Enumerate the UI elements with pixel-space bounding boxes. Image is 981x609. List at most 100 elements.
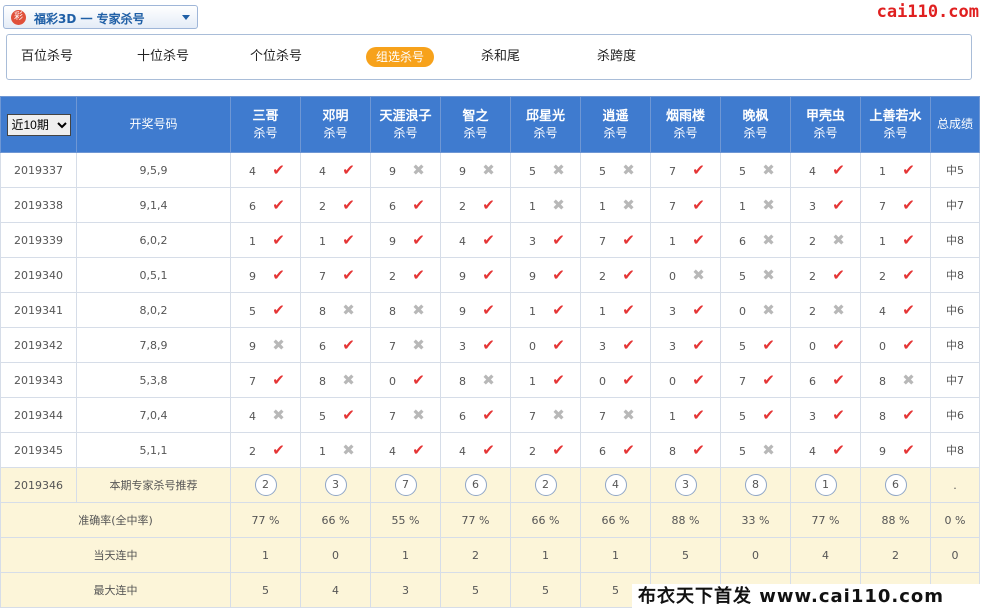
kill-number: 7 <box>249 375 256 388</box>
rec-issue: 2019346 <box>0 467 77 503</box>
kill-cell: 6 ✖ <box>720 222 791 258</box>
kill-cell: 2 ✔ <box>230 432 301 468</box>
draw-cell: 5,3,8 <box>76 362 231 398</box>
kill-cell: 8 ✖ <box>860 362 931 398</box>
kill-cell: 8 ✔ <box>650 432 721 468</box>
kill-number: 6 <box>249 200 256 213</box>
col-expert[interactable]: 三哥 杀号 <box>230 96 301 153</box>
kill-number: 9 <box>389 235 396 248</box>
stat-total: 0 <box>930 537 980 573</box>
lottery-dropdown[interactable]: 彩 福彩3D 一 专家杀号 <box>3 5 198 29</box>
check-icon: ✔ <box>902 196 915 214</box>
kill-number: 3 <box>459 340 466 353</box>
kill-cell: 1 ✔ <box>510 292 581 328</box>
check-icon: ✔ <box>622 336 635 354</box>
total-cell: 中7 <box>930 362 980 398</box>
kill-number: 3 <box>669 340 676 353</box>
kill-number: 8 <box>879 410 886 423</box>
tab-1[interactable]: 百位杀号 <box>21 47 73 67</box>
tab-6[interactable]: 杀跨度 <box>597 47 636 67</box>
check-icon: ✔ <box>272 441 285 459</box>
rec-number-circle: 4 <box>604 474 627 496</box>
issue-cell: 2019341 <box>0 292 77 328</box>
col-expert[interactable]: 邱星光 杀号 <box>510 96 581 153</box>
kill-number: 9 <box>389 165 396 178</box>
expert-name[interactable]: 天涯浪子 <box>379 109 431 124</box>
kill-cell: 7 ✖ <box>370 327 441 363</box>
check-icon: ✔ <box>622 441 635 459</box>
expert-name[interactable]: 上善若水 <box>869 109 921 124</box>
check-icon: ✔ <box>692 441 705 459</box>
expert-name[interactable]: 晚枫 <box>742 109 768 124</box>
kill-number: 8 <box>319 375 326 388</box>
check-icon: ✔ <box>902 266 915 284</box>
kill-cell: 6 ✔ <box>230 187 301 223</box>
stat-value: 88 % <box>860 502 931 538</box>
kill-cell: 4 ✔ <box>790 432 861 468</box>
check-icon: ✔ <box>552 336 565 354</box>
kill-cell: 8 ✖ <box>440 362 511 398</box>
kill-number: 9 <box>249 270 256 283</box>
check-icon: ✔ <box>482 406 495 424</box>
col-expert[interactable]: 智之 杀号 <box>440 96 511 153</box>
tab-5[interactable]: 杀和尾 <box>481 47 520 67</box>
site-brand[interactable]: cai110.com <box>877 2 979 22</box>
kill-cell: 3 ✔ <box>790 187 861 223</box>
cross-icon: ✖ <box>272 406 285 424</box>
kill-number: 1 <box>529 305 536 318</box>
check-icon: ✔ <box>692 406 705 424</box>
expert-name[interactable]: 甲壳虫 <box>806 109 845 124</box>
chevron-down-icon[interactable] <box>182 15 190 20</box>
cross-icon: ✖ <box>552 161 565 179</box>
tab-4[interactable]: 组选杀号 <box>366 47 435 67</box>
kill-number: 1 <box>599 305 606 318</box>
expert-name[interactable]: 智之 <box>462 109 488 124</box>
expert-name[interactable]: 邱星光 <box>526 109 565 124</box>
tab-3[interactable]: 个位杀号 <box>250 47 302 67</box>
kill-number: 1 <box>529 200 536 213</box>
kill-cell: 5 ✔ <box>300 397 371 433</box>
check-icon: ✔ <box>482 301 495 319</box>
rec-cell: 8 <box>720 467 791 503</box>
expert-name[interactable]: 烟雨楼 <box>666 109 705 124</box>
kill-cell: 2 ✔ <box>300 187 371 223</box>
cross-icon: ✖ <box>342 301 355 319</box>
col-expert[interactable]: 晚枫 杀号 <box>720 96 791 153</box>
col-expert[interactable]: 上善若水 杀号 <box>860 96 931 153</box>
total-cell: 中8 <box>930 432 980 468</box>
expert-sub-label: 杀号 <box>533 125 558 140</box>
stat-value: 1 <box>230 537 301 573</box>
cross-icon: ✖ <box>622 196 635 214</box>
expert-name[interactable]: 三哥 <box>252 109 278 124</box>
kill-cell: 6 ✔ <box>300 327 371 363</box>
kill-cell: 9 ✔ <box>860 432 931 468</box>
kill-number: 0 <box>669 375 676 388</box>
check-icon: ✔ <box>902 301 915 319</box>
rec-label: 本期专家杀号推荐 <box>76 467 231 503</box>
check-icon: ✔ <box>552 301 565 319</box>
kill-number: 7 <box>879 200 886 213</box>
col-expert[interactable]: 甲壳虫 杀号 <box>790 96 861 153</box>
check-icon: ✔ <box>692 196 705 214</box>
expert-name[interactable]: 逍遥 <box>602 109 628 124</box>
kill-cell: 1 ✖ <box>720 187 791 223</box>
cross-icon: ✖ <box>762 231 775 249</box>
expert-name[interactable]: 邓明 <box>322 109 348 124</box>
expert-kill-table: 近10期 开奖号码 三哥 杀号 邓明 杀号 天涯浪子 杀号 智之 杀号 邱星光 杀号 逍遥 杀号 烟雨楼 杀号… <box>0 96 980 608</box>
kill-cell: 7 ✔ <box>580 222 651 258</box>
kill-cell: 9 ✔ <box>440 257 511 293</box>
kill-number: 1 <box>739 200 746 213</box>
col-expert[interactable]: 邓明 杀号 <box>300 96 371 153</box>
kill-number: 4 <box>879 305 886 318</box>
kill-cell: 2 ✖ <box>790 292 861 328</box>
kill-number: 9 <box>249 340 256 353</box>
col-expert[interactable]: 逍遥 杀号 <box>580 96 651 153</box>
stat-value: 77 % <box>790 502 861 538</box>
col-expert[interactable]: 烟雨楼 杀号 <box>650 96 721 153</box>
tab-2[interactable]: 十位杀号 <box>137 47 189 67</box>
kill-cell: 0 ✔ <box>580 362 651 398</box>
period-select[interactable]: 近10期 <box>6 113 71 136</box>
stat-value: 1 <box>510 537 581 573</box>
col-expert[interactable]: 天涯浪子 杀号 <box>370 96 441 153</box>
draw-cell: 9,1,4 <box>76 187 231 223</box>
